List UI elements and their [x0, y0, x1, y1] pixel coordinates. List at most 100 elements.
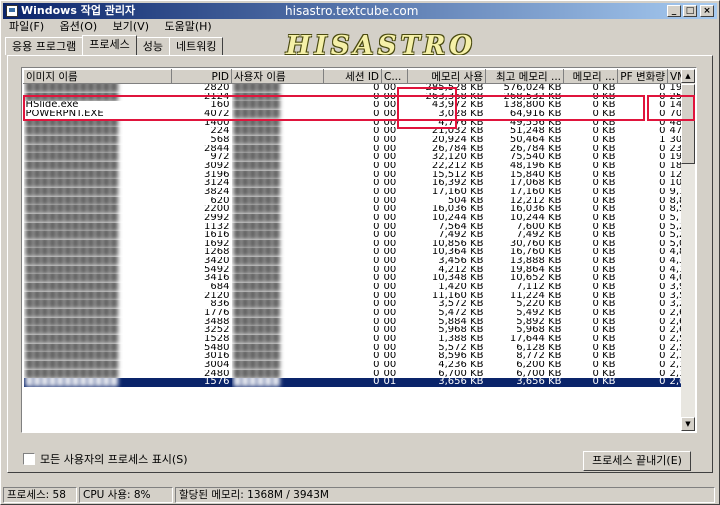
cell-session: 0: [373, 101, 380, 110]
vertical-scrollbar[interactable]: ▲ ▼: [681, 69, 695, 431]
cell-pf: 0: [659, 153, 666, 162]
title-bar[interactable]: Windows 작업 관리자 hisastro.textcube.com _ □…: [3, 3, 717, 19]
cell-vm: 4,300: [669, 257, 683, 266]
cell-peak: 30,760 KB: [509, 239, 562, 249]
menu-file[interactable]: 파일(F): [3, 19, 50, 34]
process-row[interactable]: ████████████ 3016 ██████ 0 00 8,596 KB 8,772 K…: [24, 352, 683, 361]
cell-user: ██████: [233, 257, 280, 266]
process-row[interactable]: ████████████ 568 ██████ 0 00 20,924 KB 50,464 …: [24, 136, 683, 145]
process-row[interactable]: ████████████ 3488 ██████ 0 00 5,884 KB 5,892 K…: [24, 318, 683, 327]
process-row[interactable]: ████████████ 5480 ██████ 0 00 5,572 KB 6,128 K…: [24, 344, 683, 353]
cell-peak: 5,492 KB: [516, 309, 562, 318]
cell-pf: 0: [659, 101, 666, 110]
col-peak-mem[interactable]: 최고 메모리 ...: [485, 69, 564, 84]
col-user-name[interactable]: 사용자 이름: [231, 69, 324, 84]
menu-options[interactable]: 옵션(O): [54, 19, 103, 34]
cell-name: ████████████: [25, 352, 118, 361]
cell-mem: 17,160 KB: [431, 187, 484, 197]
cell-user: ██████: [233, 369, 280, 379]
process-row[interactable]: ████████████ 2120 ██████ 0 00 11,160 KB 11,224…: [24, 292, 683, 301]
process-row[interactable]: ████████████ 2200 ██████ 0 00 16,036 KB 16,036…: [24, 205, 683, 214]
cell-mem: 22,212 KB: [431, 161, 484, 171]
cell-peak: 16,760 KB: [509, 248, 562, 258]
maximize-button[interactable]: □: [683, 5, 697, 17]
scroll-up-arrow-icon[interactable]: ▲: [681, 69, 695, 83]
process-row[interactable]: POWERPNT.EXE 4072 ██████ 0 00 3,028 KB 64,916 …: [24, 110, 683, 119]
process-row[interactable]: ████████████ 3824 ██████ 0 00 17,160 KB 17,160…: [24, 188, 683, 197]
menu-help[interactable]: 도움말(H): [159, 19, 218, 34]
col-session-id[interactable]: 세션 ID: [323, 69, 382, 84]
process-row[interactable]: ████████████ 5492 ██████ 0 00 4,212 KB 19,864 …: [24, 266, 683, 275]
close-button[interactable]: ×: [700, 5, 714, 17]
process-list[interactable]: 이미지 이름 PID 사용자 이름 세션 ID C... 메모리 사용 최고 메…: [21, 67, 697, 433]
process-row[interactable]: ████████████ 3004 ██████ 0 00 4,236 KB 6,200 K…: [24, 361, 683, 370]
col-cpu[interactable]: C...: [381, 69, 408, 84]
menu-view[interactable]: 보기(V): [107, 19, 155, 34]
process-row[interactable]: ████████████ 684 ██████ 0 00 1,420 KB 7,112 KB…: [24, 283, 683, 292]
tab-networking[interactable]: 네트워킹: [168, 37, 224, 55]
cell-vm: 2,144: [669, 361, 683, 370]
cell-user: ██████: [233, 144, 280, 154]
cell-mem: 21,032 KB: [431, 127, 484, 136]
cell-pid: 836: [210, 300, 230, 310]
process-row[interactable]: ████████████ 3252 ██████ 0 00 5,968 KB 5,968 K…: [24, 326, 683, 335]
cell-name: ████████████: [25, 231, 118, 240]
process-row[interactable]: ████████████ 3124 ██████ 0 00 16,392 KB 17,068…: [24, 179, 683, 188]
cell-user: ██████: [233, 274, 280, 284]
cell-user: ██████: [233, 248, 280, 258]
cell-pf: 0: [659, 170, 666, 180]
col-vm-size[interactable]: VM 크: [667, 69, 682, 84]
process-row[interactable]: ████████████ 3196 ██████ 0 00 15,512 KB 15,840…: [24, 171, 683, 180]
cell-cpu: 00: [383, 361, 397, 370]
tab-performance[interactable]: 성능: [135, 37, 170, 55]
cell-name: ████████████: [25, 153, 118, 162]
cell-peak: 17,068 KB: [509, 179, 562, 188]
minimize-button[interactable]: _: [667, 5, 681, 17]
process-row[interactable]: ████████████ 972 ██████ 0 00 32,120 KB 75,540 …: [24, 153, 683, 162]
process-row[interactable]: ████████████ 2820 ██████ 0 00 285,528 KB 576,0…: [24, 84, 683, 93]
cell-user: ██████: [233, 205, 280, 214]
process-row[interactable]: ████████████ 1692 ██████ 0 00 10,856 KB 30,760…: [24, 240, 683, 249]
cell-peak: 17,644 KB: [509, 335, 562, 344]
cell-pf: 0: [659, 369, 666, 379]
cell-pid: 620: [210, 196, 230, 206]
end-process-button[interactable]: 프로세스 끝내기(E): [583, 451, 691, 471]
col-mem-usage[interactable]: 메모리 사용: [407, 69, 486, 84]
cell-delta: 0 KB: [592, 309, 616, 318]
show-all-users-option[interactable]: 모든 사용자의 프로세스 표시(S): [23, 451, 188, 467]
process-row[interactable]: ████████████ 2480 ██████ 0 00 6,700 KB 6,700 K…: [24, 370, 683, 379]
cell-pid: 2124: [204, 92, 230, 102]
process-row[interactable]: ████████████ 3416 ██████ 0 00 10,348 KB 10,652…: [24, 274, 683, 283]
tab-processes[interactable]: 프로세스: [82, 35, 137, 55]
process-row[interactable]: ████████████ 1616 ██████ 0 00 7,492 KB 7,492 K…: [24, 231, 683, 240]
process-row[interactable]: HSlide.exe 160 ██████ 0 00 43,972 KB 138,800 K…: [24, 101, 683, 110]
process-row[interactable]: ████████████ 836 ██████ 0 00 3,572 KB 5,220 KB…: [24, 300, 683, 309]
col-mem-delta[interactable]: 메모리 ...: [563, 69, 618, 84]
cell-cpu: 00: [383, 144, 397, 154]
process-row[interactable]: ████████████ 620 ██████ 0 00 504 KB 12,212 KB 0…: [24, 197, 683, 206]
process-row[interactable]: ████████████ 3420 ██████ 0 00 3,456 KB 13,888 …: [24, 257, 683, 266]
show-all-users-checkbox[interactable]: [23, 453, 35, 465]
process-row[interactable]: ████████████ 1400 ██████ 0 00 4,776 KB 49,556 …: [24, 119, 683, 128]
cell-vm: 19,840: [669, 153, 683, 162]
process-row[interactable]: ████████████ 1528 ██████ 0 00 1,388 KB 17,644 …: [24, 335, 683, 344]
process-row[interactable]: ████████████ 224 ██████ 0 00 21,032 KB 51,248 …: [24, 127, 683, 136]
process-row[interactable]: ████████████ 2844 ██████ 0 00 26,784 KB 26,784…: [24, 145, 683, 154]
cell-mem: 16,036 KB: [431, 205, 484, 214]
col-pf-delta[interactable]: PF 변화량: [617, 69, 668, 84]
process-row[interactable]: ████████████ 1576 ██████ 0 01 3,656 KB 3,656 K…: [23, 378, 682, 387]
process-row[interactable]: ████████████ 2992 ██████ 0 00 10,244 KB 10,244…: [24, 214, 683, 223]
process-row[interactable]: ████████████ 2124 ██████ 0 00 263,368 KB 268,5…: [24, 93, 683, 102]
process-row[interactable]: ████████████ 1132 ██████ 0 00 7,564 KB 7,600 K…: [24, 223, 683, 232]
col-image-name[interactable]: 이미지 이름: [23, 69, 172, 84]
scroll-down-arrow-icon[interactable]: ▼: [681, 417, 695, 431]
col-pid[interactable]: PID: [171, 69, 232, 84]
process-row[interactable]: ████████████ 3092 ██████ 0 00 22,212 KB 48,196…: [24, 162, 683, 171]
tab-applications[interactable]: 응용 프로그램: [5, 37, 84, 55]
cell-pid: 1132: [204, 222, 230, 232]
cell-user: ██████: [233, 213, 280, 223]
process-row[interactable]: ████████████ 1776 ██████ 0 00 5,472 KB 5,492 K…: [24, 309, 683, 318]
cell-user: ██████: [233, 179, 280, 188]
process-row[interactable]: ████████████ 1268 ██████ 0 00 10,364 KB 16,760…: [24, 248, 683, 257]
scroll-thumb[interactable]: [681, 84, 695, 164]
